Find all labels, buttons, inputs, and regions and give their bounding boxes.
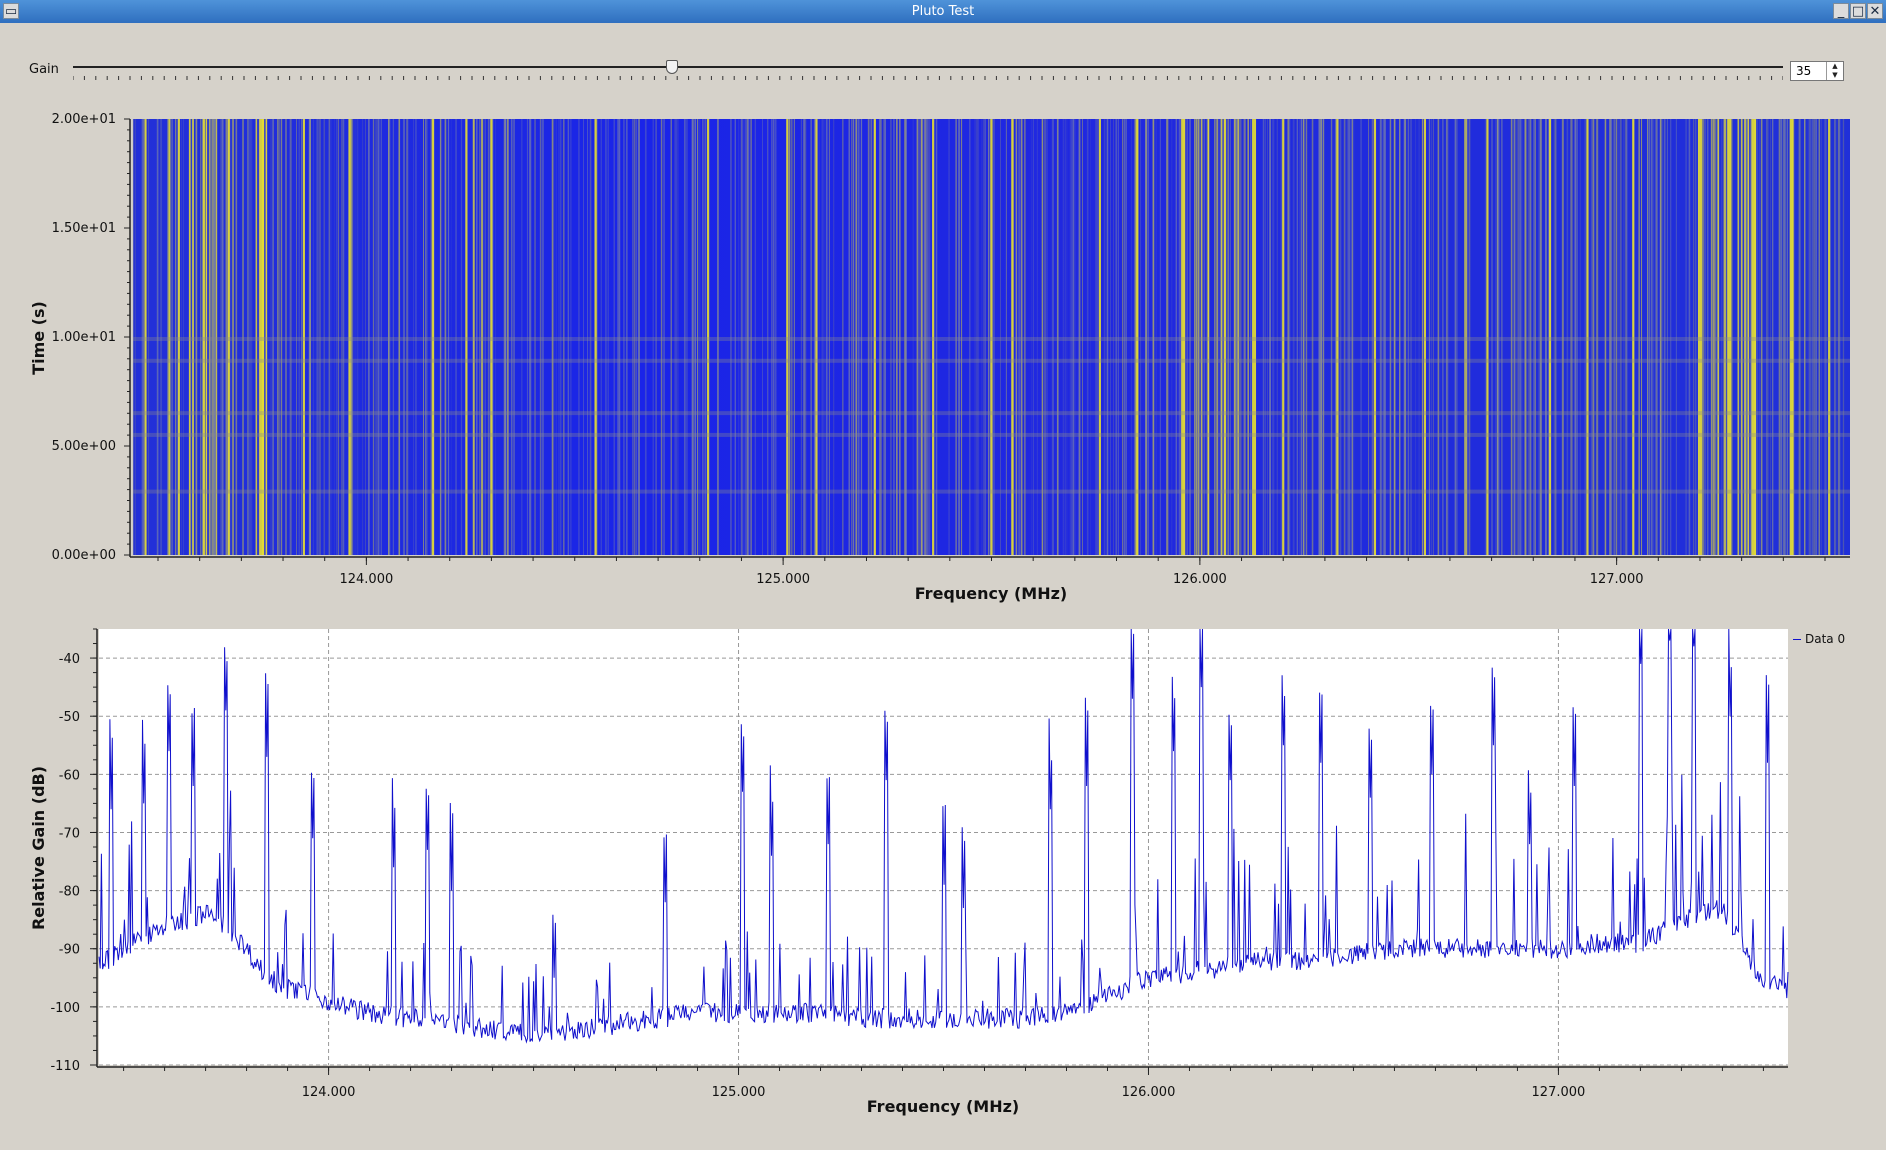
waterfall-x-label: Frequency (MHz) xyxy=(915,584,1067,603)
legend-swatch xyxy=(1793,639,1801,640)
fft-x-tick-label: 124.000 xyxy=(302,1085,356,1100)
legend-series-name: Data 0 xyxy=(1805,632,1846,646)
fft-y-tick-label: -70 xyxy=(59,826,80,841)
fft-x-tick-label: 127.000 xyxy=(1532,1085,1586,1100)
waterfall-time-band xyxy=(133,489,1850,494)
window-title: Pluto Test xyxy=(911,4,975,19)
fft-x-tick-label: 125.000 xyxy=(712,1085,766,1100)
gain-value[interactable]: 35 xyxy=(1796,64,1811,78)
waterfall-time-band xyxy=(133,411,1850,416)
maximize-icon[interactable]: □ xyxy=(1850,3,1866,19)
waterfall-x-tick-label: 126.000 xyxy=(1173,572,1227,587)
fft-y-label: Relative Gain (dB) xyxy=(29,766,48,930)
gain-slider-track[interactable] xyxy=(73,66,1783,68)
fft-y-tick-label: -90 xyxy=(59,943,80,958)
fft-x-label: Frequency (MHz) xyxy=(867,1097,1019,1116)
waterfall-y-tick-label: 2.00e+01 xyxy=(52,112,116,127)
waterfall-time-band xyxy=(133,358,1850,363)
fft-y-tick-label: -100 xyxy=(50,1001,80,1016)
waterfall-y-tick-label: 1.50e+01 xyxy=(52,221,116,236)
waterfall-y-label: Time (s) xyxy=(29,301,48,375)
fft-plot: -40 -50 -60 -70 -80 -90 -100 -110 124.000 125.00… xyxy=(29,628,1789,1116)
fft-y-tick-label: -40 xyxy=(59,652,80,667)
gain-label: Gain xyxy=(29,62,59,77)
waterfall-y-tick-label: 0.00e+00 xyxy=(52,548,116,563)
waterfall-plot: 0.00e+00 5.00e+00 1.00e+01 1.50e+01 2.00e+01… xyxy=(29,112,1850,603)
waterfall-x-tick-label: 125.000 xyxy=(756,572,810,587)
fft-y-tick-label: -60 xyxy=(59,768,80,783)
waterfall-y-tick-label: 5.00e+00 xyxy=(52,439,116,454)
window-titlebar: ▭ Pluto Test _ □ ✕ xyxy=(0,0,1886,23)
waterfall-time-band xyxy=(133,337,1850,341)
fft-x-tick-label: 126.000 xyxy=(1122,1085,1176,1100)
waterfall-y-tick-label: 1.00e+01 xyxy=(52,330,116,345)
fft-y-tick-label: -50 xyxy=(59,710,80,725)
gain-slider-ticks xyxy=(73,76,1783,80)
waterfall-x-tick-label: 127.000 xyxy=(1590,572,1644,587)
gain-slider-handle[interactable] xyxy=(665,60,678,74)
waterfall-time-band xyxy=(133,432,1850,437)
fft-y-tick-label: -110 xyxy=(50,1059,80,1074)
fft-y-tick-label: -80 xyxy=(59,885,80,900)
gain-spinbox[interactable]: 35 ▲ ▼ xyxy=(1790,61,1844,81)
spin-arrows-icon[interactable]: ▲ ▼ xyxy=(1826,62,1843,80)
waterfall-x-tick-label: 124.000 xyxy=(339,572,393,587)
fft-legend: Data 0 xyxy=(1793,632,1845,646)
close-icon[interactable]: ✕ xyxy=(1867,3,1883,19)
minimize-icon[interactable]: _ xyxy=(1833,3,1849,19)
